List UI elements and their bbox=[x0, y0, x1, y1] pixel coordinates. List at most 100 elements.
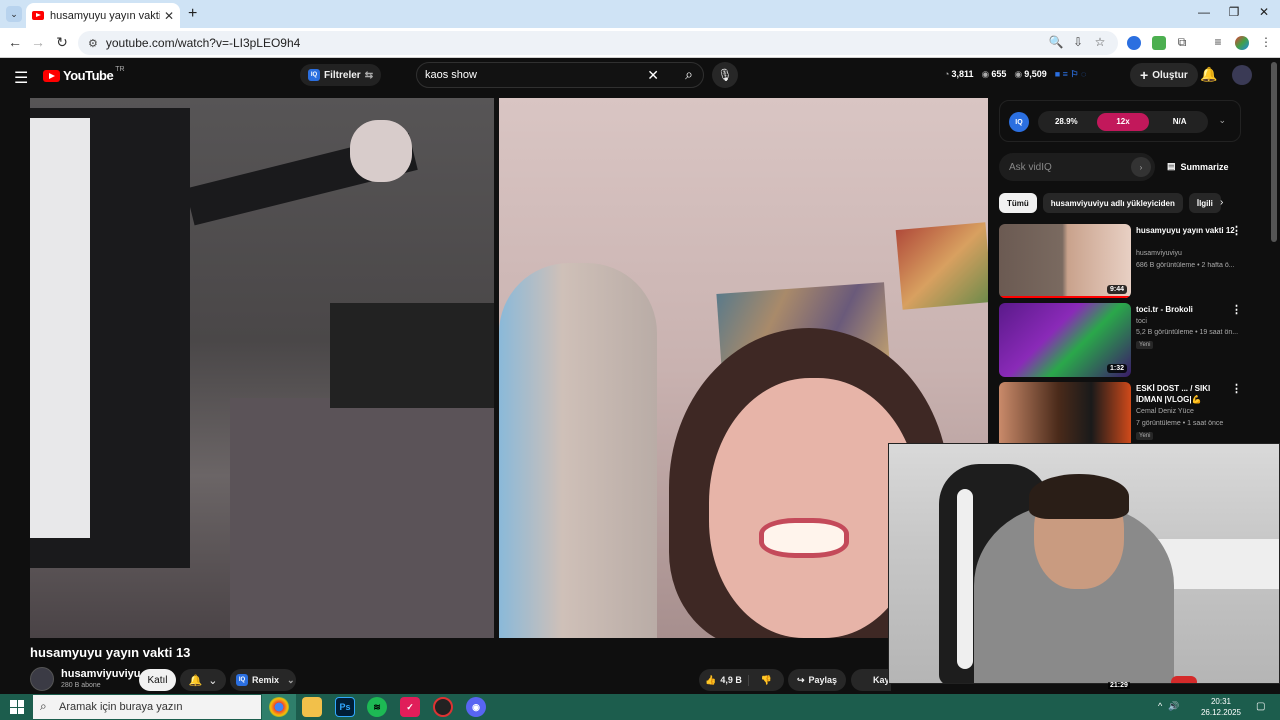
chip-related[interactable]: İlgili bbox=[1188, 193, 1221, 213]
more-options-icon[interactable]: ⋮ bbox=[1231, 303, 1242, 316]
remix-button[interactable]: IQ Remix ⌄ bbox=[230, 669, 296, 691]
tab-title: husamyuyu yayın vakti 13 - You bbox=[50, 9, 160, 22]
youtube-play-icon bbox=[43, 69, 60, 82]
like-button[interactable]: 👍 4,9 B bbox=[699, 674, 749, 686]
search-input[interactable]: kaos show ✕ ⌕ bbox=[416, 62, 704, 88]
subscription-bell-button[interactable]: 🔔 ⌄ bbox=[180, 669, 226, 691]
clear-search-icon[interactable]: ✕ bbox=[647, 67, 659, 84]
ask-placeholder: Ask vidIQ bbox=[1009, 161, 1052, 173]
hamburger-menu-icon[interactable]: ☰ bbox=[14, 68, 28, 88]
reco-meta: 686 B görüntüleme • 2 hafta ö... bbox=[1136, 262, 1235, 269]
spotify-icon[interactable]: ≋ bbox=[367, 697, 387, 717]
taskbar-search[interactable]: ⌕ Aramak için buraya yazın bbox=[33, 695, 261, 719]
chip-from-uploader[interactable]: husamviyuviyu adlı yükleyiciden bbox=[1042, 193, 1183, 213]
tray-chevron-icon[interactable]: ^ bbox=[1158, 701, 1162, 712]
address-bar[interactable]: ⚙ youtube.com/watch?v=-LI3pLEO9h4 bbox=[78, 31, 1118, 55]
thumbs-up-icon: 👍 bbox=[705, 674, 717, 685]
video-player[interactable] bbox=[30, 98, 988, 638]
reco-channel[interactable]: Cemal Deniz Yüce bbox=[1136, 408, 1194, 415]
sliders-icon: ⇆ bbox=[364, 69, 374, 81]
app-icon-dark[interactable] bbox=[433, 697, 453, 717]
more-options-icon[interactable]: ⋮ bbox=[1231, 224, 1242, 237]
reading-list-icon[interactable]: ≡ bbox=[1210, 35, 1226, 49]
scene-red-object bbox=[1171, 676, 1197, 683]
share-icon: ↪ bbox=[796, 674, 805, 685]
video-thumbnail[interactable]: 1:32 bbox=[999, 303, 1131, 377]
new-tab-button[interactable]: + bbox=[188, 5, 197, 23]
new-badge: Yeni bbox=[1136, 432, 1154, 440]
create-button[interactable]: + Oluştur bbox=[1130, 63, 1198, 87]
zoom-icon[interactable]: 🔍 bbox=[1048, 35, 1064, 49]
tab-search-chevron-icon[interactable]: ⌄ bbox=[6, 6, 22, 22]
reco-channel[interactable]: husamviyuviyu bbox=[1136, 250, 1182, 257]
system-clock[interactable]: 20:31 26.12.2025 bbox=[1196, 696, 1246, 718]
stat-views: ◉ 655 bbox=[981, 69, 1007, 79]
volume-icon[interactable]: 🔊 bbox=[1168, 701, 1179, 712]
search-icon[interactable]: ⌕ bbox=[685, 66, 693, 83]
duration-badge: 9:44 bbox=[1106, 285, 1127, 294]
more-options-icon[interactable]: ⋮ bbox=[1231, 382, 1242, 395]
chrome-icon[interactable] bbox=[269, 697, 289, 717]
video-thumbnail[interactable]: 9:44 bbox=[999, 224, 1131, 298]
minimize-button[interactable]: — bbox=[1194, 5, 1214, 19]
install-icon[interactable]: ⇩ bbox=[1070, 35, 1086, 49]
join-button[interactable]: Katıl bbox=[139, 669, 176, 691]
browser-menu-icon[interactable]: ⋮ bbox=[1258, 35, 1274, 49]
site-info-icon[interactable]: ⚙ bbox=[88, 37, 98, 50]
file-explorer-icon[interactable] bbox=[302, 697, 322, 717]
reco-channel[interactable]: toci bbox=[1136, 318, 1147, 325]
reco-title[interactable]: toci.tr - Brokoli bbox=[1136, 304, 1236, 315]
reload-icon[interactable]: ↻ bbox=[53, 34, 71, 51]
chevron-right-icon[interactable]: › bbox=[1220, 197, 1223, 208]
summarize-button[interactable]: ▤ Summarize bbox=[1167, 161, 1229, 172]
app-icon-red[interactable]: ✓ bbox=[400, 697, 420, 717]
list-item[interactable]: ESKİ DOST ... / SIKI İDMAN |VLOG|💪 Cemal… bbox=[999, 382, 1259, 443]
windows-start-icon[interactable] bbox=[10, 700, 24, 714]
close-window-button[interactable]: ✕ bbox=[1254, 5, 1274, 19]
create-label: Oluştur bbox=[1152, 69, 1188, 81]
system-tray: ^ 🔊 bbox=[1158, 701, 1179, 712]
filters-button[interactable]: IQ Filtreler ⇆ bbox=[300, 64, 382, 86]
extensions-puzzle-icon[interactable]: ⧉ bbox=[1174, 35, 1190, 50]
send-arrow-icon[interactable]: › bbox=[1131, 157, 1151, 177]
microphone-icon[interactable]: 🎙 bbox=[712, 62, 738, 88]
reco-meta: 7 görüntüleme • 1 saat önce bbox=[1136, 420, 1224, 427]
page-scrollbar[interactable] bbox=[1271, 62, 1277, 242]
save-button[interactable]: Kay bbox=[851, 669, 891, 691]
tile-duration: 21:29 bbox=[1108, 682, 1130, 689]
chip-all[interactable]: Tümü bbox=[999, 193, 1037, 213]
channel-avatar[interactable] bbox=[30, 667, 54, 691]
vidiq-stats: ◔ 3,811 ◉ 655 ◉ 9,509 ■ ≡ ⚐ ◌ bbox=[944, 69, 1086, 80]
channel-name[interactable]: husamviyuviyu bbox=[61, 668, 140, 680]
restore-button[interactable]: ❐ bbox=[1224, 5, 1244, 19]
notifications-bell-icon[interactable]: 🔔 bbox=[1200, 66, 1217, 83]
photoshop-icon[interactable]: Ps bbox=[335, 697, 355, 717]
forward-icon[interactable]: → bbox=[29, 34, 47, 50]
bookmark-star-icon[interactable]: ☆ bbox=[1092, 35, 1108, 49]
youtube-logo[interactable]: YouTube TR bbox=[43, 66, 125, 83]
windows-taskbar: ⌕ Aramak için buraya yazın Ps ≋ ✓ ◉ ^ 🔊 … bbox=[0, 694, 1280, 720]
share-button[interactable]: ↪ Paylaş bbox=[788, 669, 846, 691]
profile-avatar[interactable] bbox=[1235, 36, 1249, 50]
reco-title[interactable]: ESKİ DOST ... / SIKI İDMAN |VLOG|💪 bbox=[1136, 383, 1236, 405]
chevron-down-icon[interactable]: ⌄ bbox=[1218, 115, 1226, 126]
new-badge: Yeni bbox=[1136, 341, 1154, 349]
ask-vidiq-input[interactable]: Ask vidIQ › bbox=[999, 153, 1155, 181]
account-avatar[interactable] bbox=[1232, 65, 1252, 85]
vidiq-score-pills: 28.9% 12x N/A bbox=[1038, 111, 1208, 133]
extension-icon[interactable] bbox=[1152, 36, 1166, 50]
back-icon[interactable]: ← bbox=[6, 34, 24, 50]
tab-close-icon[interactable]: ✕ bbox=[164, 9, 174, 23]
vidiq-extension-icon[interactable] bbox=[1127, 36, 1141, 50]
list-item[interactable]: 1:32 toci.tr - Brokoli toci 5,2 B görünt… bbox=[999, 303, 1259, 377]
dislike-button[interactable]: 👎 bbox=[749, 675, 784, 686]
reco-title[interactable]: husamyuyu yayın vakti 12 bbox=[1136, 225, 1236, 236]
video-thumbnail[interactable] bbox=[999, 382, 1131, 443]
notification-icon[interactable]: ▢ bbox=[1256, 701, 1265, 712]
summary-icon: ▤ bbox=[1167, 161, 1176, 171]
browser-tab[interactable]: husamyuyu yayın vakti 13 - You ✕ bbox=[26, 3, 180, 28]
discord-icon[interactable]: ◉ bbox=[466, 697, 486, 717]
stat-total: ◉ 9,509 bbox=[1014, 69, 1047, 79]
vidiq-tools-icon[interactable]: ■ ≡ ⚐ ◌ bbox=[1055, 69, 1087, 80]
list-item[interactable]: 9:44 husamyuyu yayın vakti 12 husamviyuv… bbox=[999, 224, 1259, 298]
